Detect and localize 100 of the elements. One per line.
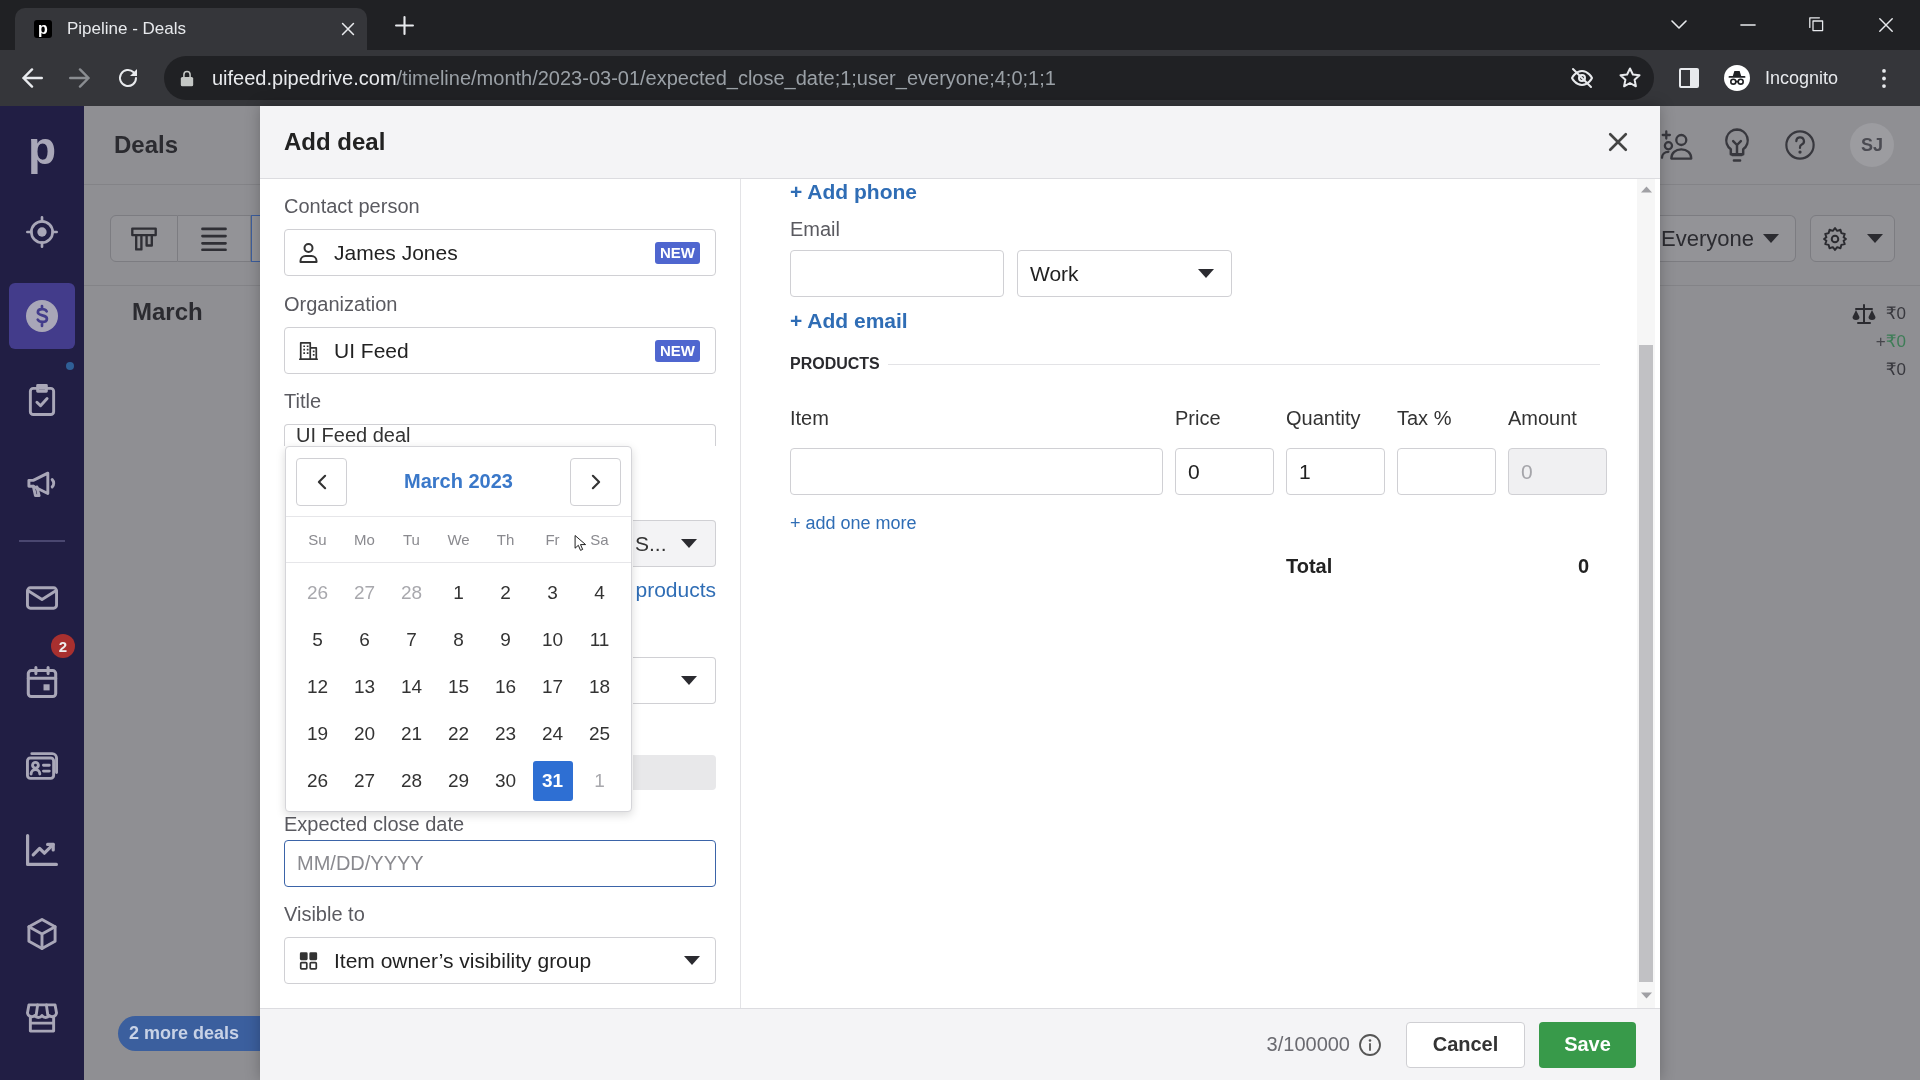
calendar-day[interactable]: 10 [532,619,573,660]
calendar-day[interactable]: 7 [391,619,432,660]
calendar-day[interactable]: 21 [391,713,432,754]
restore-icon[interactable] [1808,17,1825,33]
address-bar[interactable]: uifeed.pipedrive.com/timeline/month/2023-03-01/expected_close_date;1;user_everyone;4;0;1;1 [164,56,1654,100]
view-button[interactable] [110,215,178,262]
field-label: Email [790,217,840,241]
new-badge: NEW [655,339,700,362]
info-icon[interactable] [1359,1033,1381,1056]
section-heading: PRODUCTS [790,355,880,373]
calendar-day[interactable]: 12 [297,666,338,707]
title-input[interactable]: UI Feed deal [284,424,716,446]
calendar-day[interactable]: 4 [579,572,620,613]
field-label: Contact person [284,194,420,218]
storefront-icon [26,1002,58,1034]
lightbulb-icon[interactable] [1724,128,1750,162]
calendar-day[interactable]: 25 [579,713,620,754]
currency-select[interactable]: S... [633,520,716,567]
reload-icon[interactable] [117,68,139,88]
organization-field[interactable]: UI Feed NEW [284,327,716,374]
calendar-day[interactable]: 16 [485,666,526,707]
calendar-day[interactable]: 3 [532,572,573,613]
target-icon [26,216,58,248]
calendar-day[interactable]: 29 [438,760,479,801]
back-arrow-icon[interactable] [21,68,43,88]
calendar-day[interactable]: 30 [485,760,526,801]
side-panel-icon[interactable] [1679,68,1699,88]
help-icon[interactable] [1785,130,1815,160]
calendar-day[interactable]: 20 [344,713,385,754]
settings-icon [1822,226,1847,251]
visibility-select[interactable]: Item owner’s visibility group [284,937,716,984]
add-one-more-link[interactable]: + add one more [790,512,917,534]
calendar-day[interactable]: 1 [438,572,479,613]
owner-filter-dropdown[interactable]: Everyone [1660,215,1796,262]
email-input[interactable] [790,250,1004,297]
caret-down-icon [681,676,697,685]
tax-input[interactable] [1397,448,1496,495]
new-badge: NEW [655,241,700,264]
calendar-day[interactable]: 26 [297,760,338,801]
contact-person-field[interactable]: James Jones NEW [284,229,716,276]
calendar-day[interactable]: 8 [438,619,479,660]
calendar-day[interactable]: 2 [485,572,526,613]
calendar-day[interactable]: 14 [391,666,432,707]
add-people-icon[interactable] [1660,130,1694,160]
eye-slash-icon[interactable] [1571,67,1593,89]
calendar-day[interactable]: 27 [344,760,385,801]
calendar-day[interactable]: 28 [391,760,432,801]
plus-icon[interactable] [395,15,414,35]
forward-arrow-icon[interactable] [69,68,91,88]
calendar-day[interactable]: 5 [297,619,338,660]
character-counter: 3/100000 [1266,1033,1350,1056]
notification-badge: 2 [51,634,75,658]
cancel-button[interactable]: Cancel [1406,1021,1525,1068]
products-link[interactable]: products [635,578,716,602]
add-phone-link[interactable]: + Add phone [790,180,917,204]
column-header: Amount [1508,406,1577,430]
calendar-day[interactable]: 9 [485,619,526,660]
item-input[interactable] [790,448,1163,495]
lock-icon [180,69,194,87]
caret-down-icon [684,956,700,965]
total-amount: ₹0 [1885,359,1906,381]
browser-tab[interactable]: p Pipeline - Deals [15,8,367,50]
chevron-right-icon [590,473,601,490]
select-field[interactable] [633,657,716,704]
caret-down-icon [1866,234,1883,243]
won-amount: +₹0 [1875,331,1906,353]
scrollbar-thumb[interactable] [1639,345,1653,982]
close-icon[interactable] [1608,132,1628,152]
date-input[interactable]: MM/DD/YYYY [284,840,716,887]
calendar-day[interactable]: 13 [344,666,385,707]
columns-icon [131,226,157,251]
add-email-link[interactable]: + Add email [790,309,908,333]
calendar-day[interactable]: 24 [532,713,573,754]
calendar-day[interactable]: 17 [532,666,573,707]
menu-icon[interactable] [1882,68,1887,88]
amount-input: 0 [1508,448,1607,495]
calendar-day[interactable]: 23 [485,713,526,754]
nav-item[interactable] [9,283,75,349]
calendar-day[interactable]: 6 [344,619,385,660]
calendar-day[interactable]: 31 [532,760,573,801]
calendar-day[interactable]: 15 [438,666,479,707]
building-icon [299,340,318,361]
contact-card-icon [26,750,58,782]
star-icon[interactable] [1619,67,1641,89]
weekday-label: Fr [545,531,560,548]
settings-dropdown[interactable] [1810,215,1895,262]
app-logo[interactable]: p [27,120,57,176]
email-type-select[interactable]: Work [1017,250,1232,297]
more-deals-button[interactable]: 2 more deals [118,1016,260,1051]
field-label: Title [284,389,322,413]
save-button[interactable]: Save [1539,1021,1636,1068]
calendar-day[interactable]: 18 [579,666,620,707]
profile-button[interactable]: Incognito [1724,65,1839,91]
calendar-day[interactable]: 11 [579,619,620,660]
calendar-day[interactable]: 19 [297,713,338,754]
quantity-input[interactable]: 1 [1286,448,1385,495]
view-button[interactable] [178,215,251,262]
price-input[interactable]: 0 [1175,448,1274,495]
balance-scale-icon [1851,304,1876,324]
calendar-day[interactable]: 22 [438,713,479,754]
